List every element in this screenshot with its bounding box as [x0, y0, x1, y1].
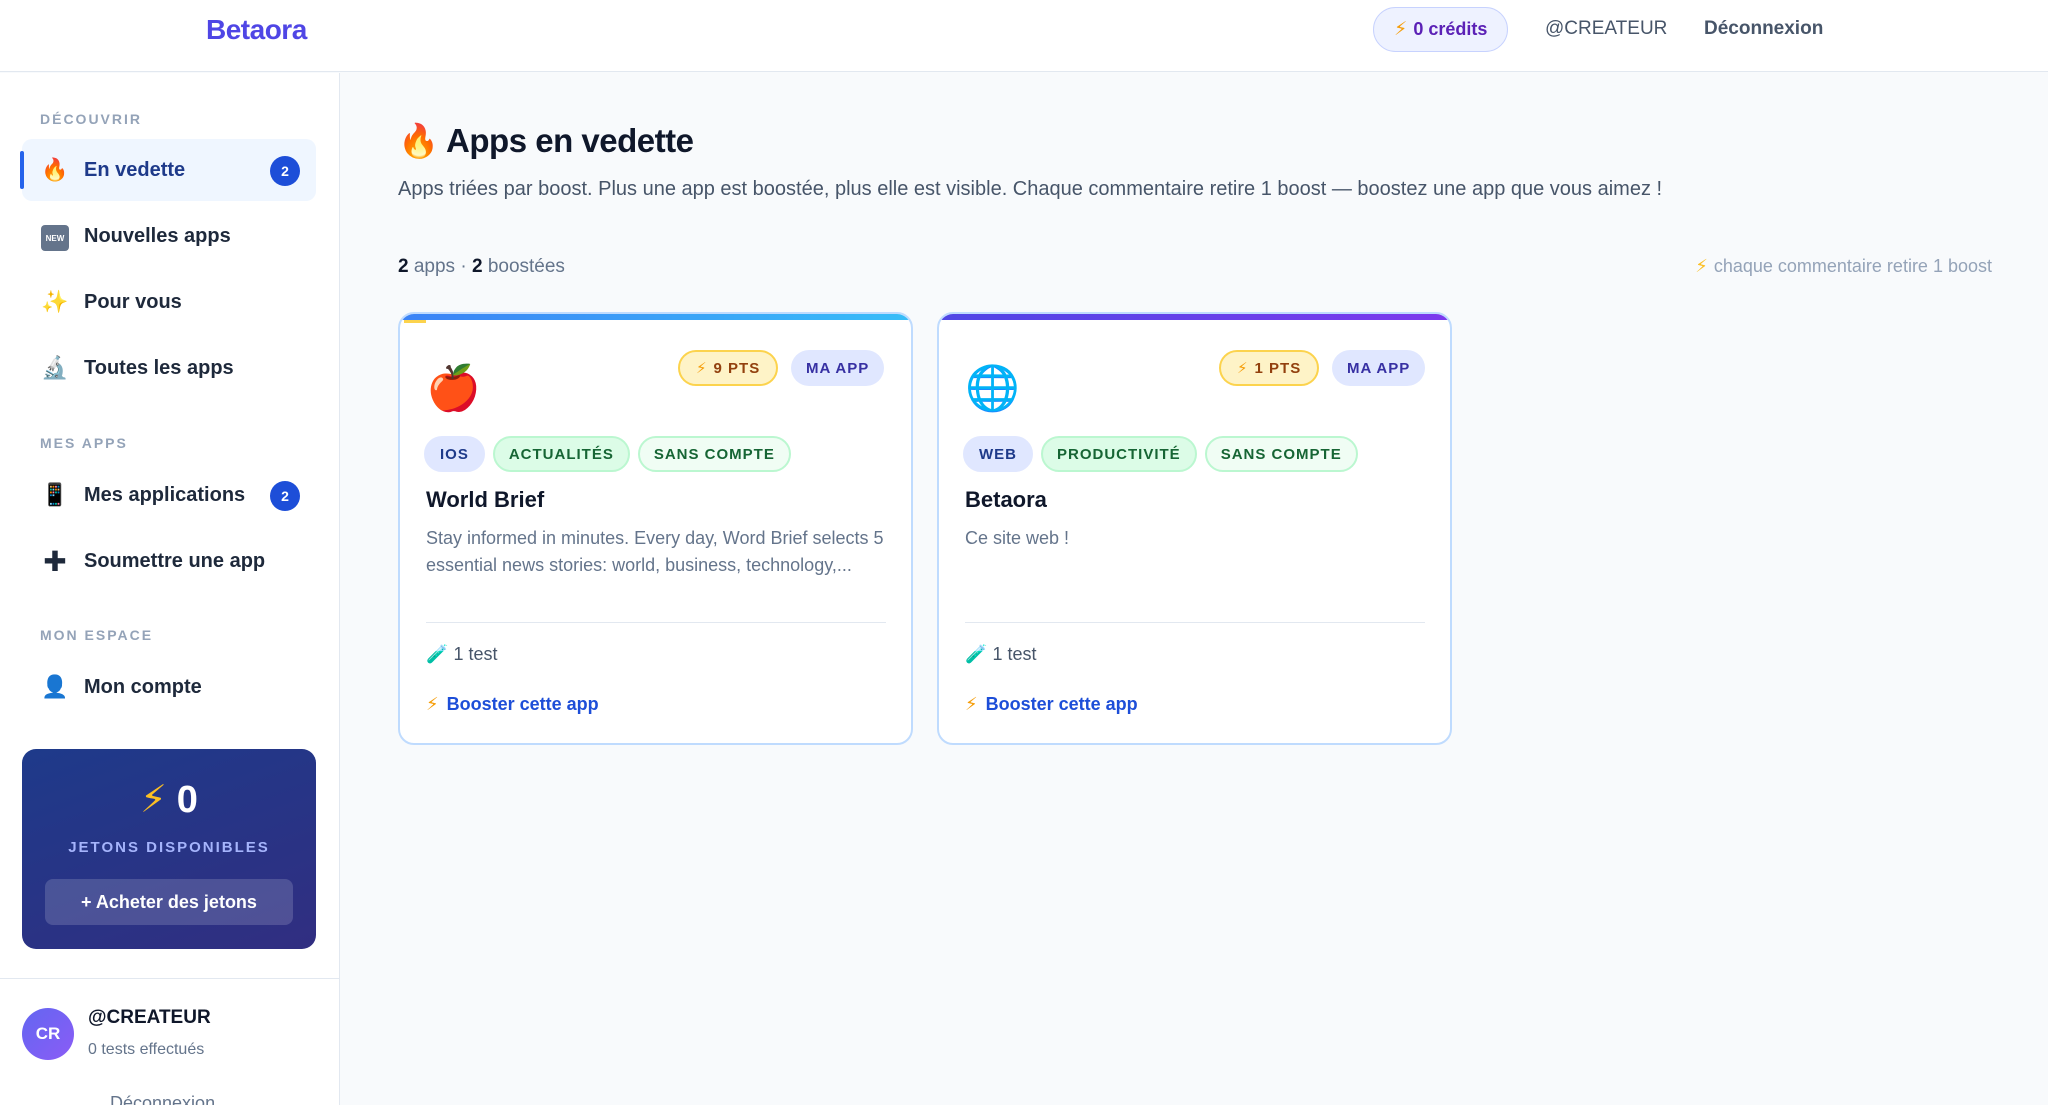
- fire-icon: 🔥: [398, 122, 439, 159]
- lightning-icon: ⚡: [1237, 360, 1249, 377]
- card-accent-bar: [400, 314, 911, 320]
- lightning-icon: ⚡: [1394, 19, 1408, 40]
- test-tube-icon: 🧪: [426, 644, 449, 664]
- sidebar: DÉCOUVRIR 🔥 En vedette 2 NEW Nouvelles a…: [0, 73, 340, 1105]
- platform-tag: WEB: [963, 436, 1033, 472]
- app-name[interactable]: World Brief: [426, 487, 544, 513]
- section-title-my-space: MON ESPACE: [40, 627, 154, 643]
- platform-tag: IOS: [424, 436, 485, 472]
- divider: [0, 978, 339, 979]
- sidebar-item-new-apps[interactable]: NEW Nouvelles apps: [22, 205, 316, 267]
- test-tube-icon: 🧪: [965, 644, 988, 664]
- category-tag: PRODUCTIVITÉ: [1041, 436, 1197, 472]
- credits-label: 0 crédits: [1413, 19, 1488, 39]
- sidebar-item-label: Pour vous: [84, 290, 182, 313]
- no-account-tag: SANS COMPTE: [1204, 436, 1358, 472]
- lightning-icon: ⚡: [1695, 256, 1708, 276]
- sidebar-item-label: Mes applications: [84, 483, 246, 506]
- card-accent-bar: [939, 314, 1450, 320]
- sidebar-item-submit-app[interactable]: ✚ Soumettre une app: [22, 530, 316, 592]
- sidebar-user-tests: 0 tests effectués: [88, 1041, 205, 1058]
- new-icon: NEW: [40, 221, 70, 252]
- token-card: ⚡ 0 JETONS DISPONIBLES + Acheter des jeto…: [22, 749, 316, 949]
- boost-app-button[interactable]: ⚡ Booster cette app: [965, 694, 1138, 715]
- divider: [965, 622, 1425, 623]
- brand-logo[interactable]: Betaora: [206, 14, 307, 46]
- my-app-badge: MA APP: [791, 350, 885, 386]
- phone-icon: 📱: [41, 482, 69, 507]
- token-label: JETONS DISPONIBLES: [68, 839, 270, 856]
- count-badge: 2: [270, 156, 300, 186]
- apps-stats: 2 apps · 2 boostées: [398, 256, 565, 277]
- user-icon: 👤: [41, 674, 69, 699]
- divider: [426, 622, 886, 623]
- boost-app-button[interactable]: ⚡ Booster cette app: [426, 694, 599, 715]
- app-description: Stay informed in minutes. Every day, Wor…: [426, 528, 884, 575]
- sidebar-item-label: Nouvelles apps: [84, 224, 231, 247]
- app-name[interactable]: Betaora: [965, 487, 1047, 513]
- lightning-icon: ⚡: [965, 694, 978, 714]
- plus-icon: ✚: [43, 545, 67, 577]
- sidebar-item-my-applications[interactable]: 📱 Mes applications 2: [22, 464, 316, 526]
- sidebar-item-for-you[interactable]: ✨ Pour vous: [22, 271, 316, 333]
- sidebar-item-label: En vedette: [84, 158, 186, 181]
- no-account-tag: SANS COMPTE: [637, 436, 791, 472]
- avatar[interactable]: CR: [22, 1008, 74, 1060]
- sidebar-item-all-apps[interactable]: 🔬 Toutes les apps: [22, 337, 316, 399]
- sparkles-icon: ✨: [41, 289, 69, 314]
- section-title-discover: DÉCOUVRIR: [40, 111, 143, 127]
- sidebar-item-featured[interactable]: 🔥 En vedette 2: [20, 139, 316, 201]
- lightning-icon: ⚡: [696, 360, 708, 377]
- microscope-icon: 🔬: [41, 355, 69, 380]
- app-card[interactable]: 🍎 ⚡ 9 PTS MA APP IOS ACTUALITÉS SANS COMP…: [398, 312, 913, 745]
- tag-list: WEB PRODUCTIVITÉ SANS COMPTE: [963, 436, 1358, 472]
- app-card[interactable]: 🌐 ⚡ 1 PTS MA APP WEB PRODUCTIVITÉ SANS CO…: [937, 312, 1452, 745]
- test-count: 🧪 1 test: [965, 644, 1037, 664]
- sidebar-logout-link[interactable]: Déconnexion: [110, 1093, 215, 1105]
- boost-progress: [404, 320, 426, 323]
- sidebar-item-label: Soumettre une app: [84, 549, 266, 572]
- lightning-icon: ⚡: [426, 694, 439, 714]
- lightning-icon: ⚡: [140, 779, 167, 821]
- my-app-badge: MA APP: [1332, 350, 1426, 386]
- apple-icon: 🍎: [426, 364, 481, 413]
- top-bar: Betaora ⚡ 0 crédits @CREATEUR Déconnexio…: [0, 0, 2048, 72]
- page-subtitle: Apps triées par boost. Plus une app est …: [398, 178, 1663, 200]
- token-balance: ⚡ 0: [140, 779, 198, 821]
- sidebar-item-my-account[interactable]: 👤 Mon compte: [22, 656, 316, 718]
- globe-icon: 🌐: [965, 364, 1020, 413]
- fire-icon: 🔥: [41, 157, 69, 182]
- header-username[interactable]: @CREATEUR: [1545, 18, 1667, 40]
- logout-button[interactable]: Déconnexion: [1704, 18, 1823, 40]
- sidebar-item-label: Toutes les apps: [84, 356, 234, 379]
- points-badge: ⚡ 9 PTS: [678, 350, 779, 386]
- sidebar-username: @CREATEUR: [88, 1007, 211, 1028]
- boost-hint: ⚡ chaque commentaire retire 1 boost: [1695, 256, 1992, 276]
- tag-list: IOS ACTUALITÉS SANS COMPTE: [424, 436, 791, 472]
- section-title-my-apps: MES APPS: [40, 435, 128, 451]
- credits-badge[interactable]: ⚡ 0 crédits: [1373, 7, 1509, 52]
- points-badge: ⚡ 1 PTS: [1219, 350, 1320, 386]
- count-badge: 2: [270, 481, 300, 511]
- test-count: 🧪 1 test: [426, 644, 498, 664]
- app-description: Ce site web !: [965, 528, 1070, 548]
- buy-tokens-button[interactable]: + Acheter des jetons: [45, 879, 293, 925]
- category-tag: ACTUALITÉS: [492, 436, 630, 472]
- sidebar-item-label: Mon compte: [84, 675, 202, 698]
- page-title: 🔥 Apps en vedette: [398, 122, 694, 159]
